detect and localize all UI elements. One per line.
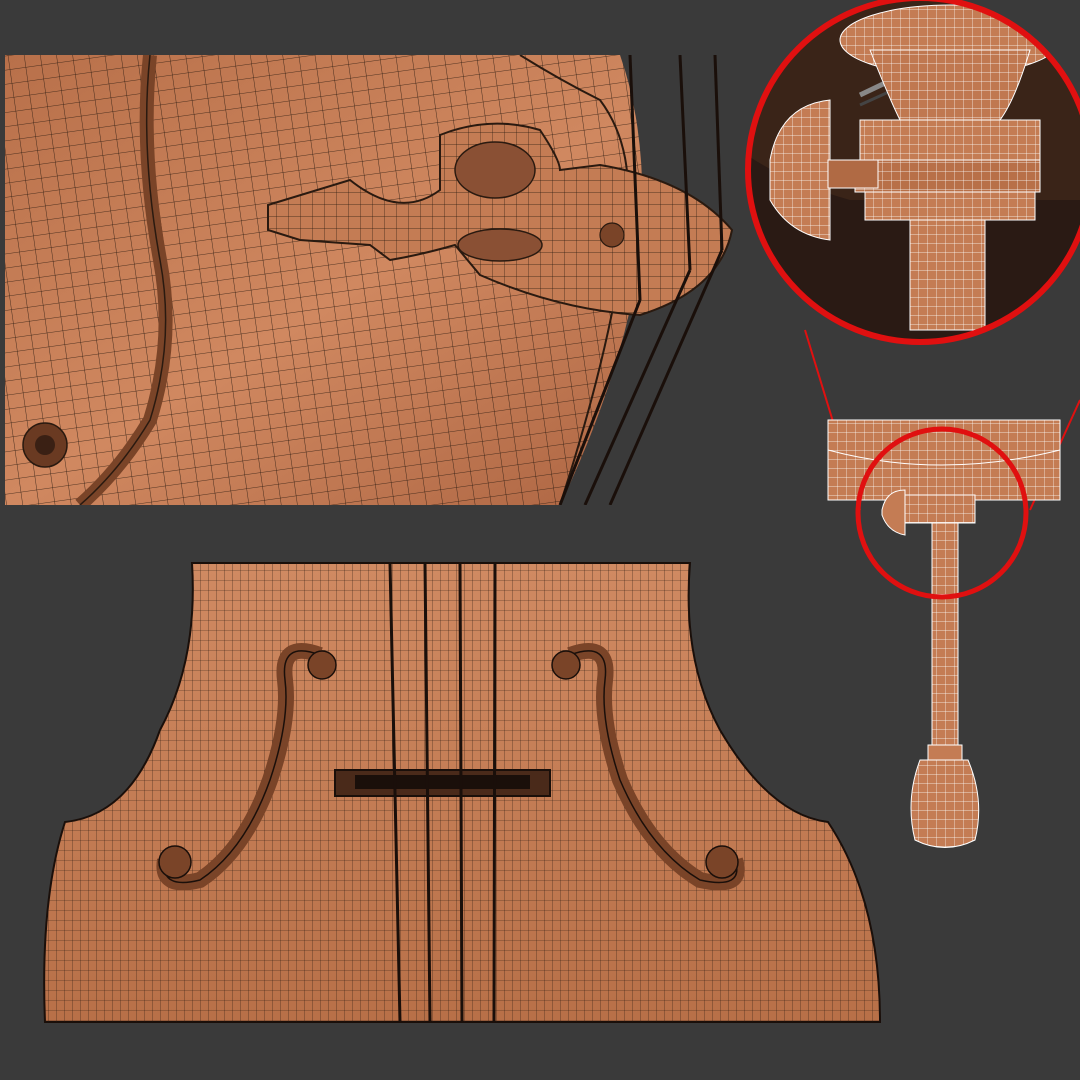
bridge-closeup-panel [5, 55, 735, 505]
render-composite [0, 0, 1080, 1080]
string-3 [458, 562, 464, 1023]
string-4 [492, 562, 497, 1023]
